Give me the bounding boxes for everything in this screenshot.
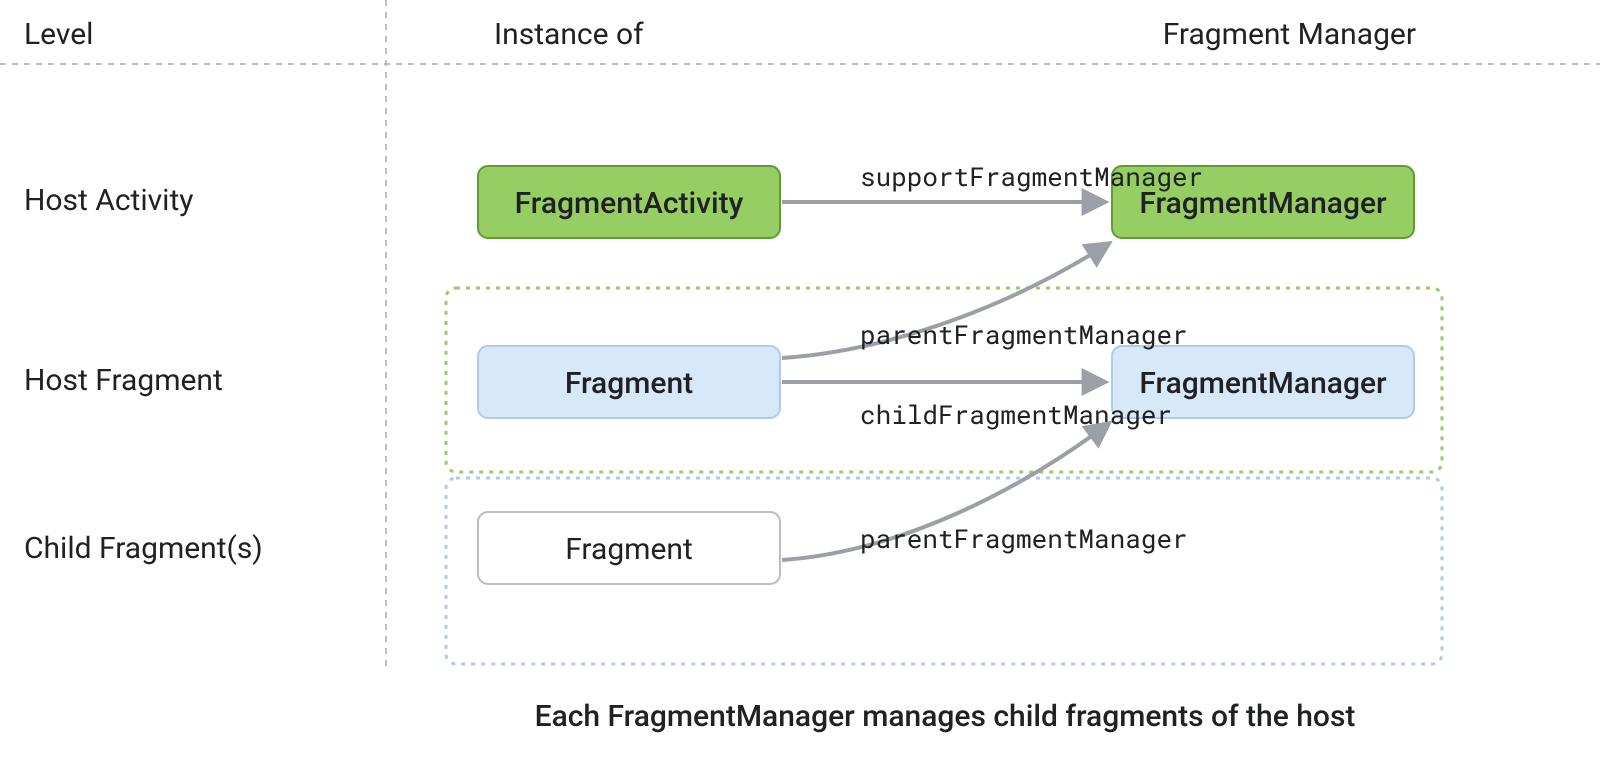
level-child-fragments: Child Fragment(s) bbox=[24, 531, 263, 566]
edge-child-fm-label: childFragmentManager bbox=[860, 398, 1172, 432]
header-level: Level bbox=[24, 17, 93, 52]
node-fragment-host-label: Fragment bbox=[565, 366, 693, 401]
diagram-caption: Each FragmentManager manages child fragm… bbox=[535, 699, 1356, 734]
level-host-fragment: Host Fragment bbox=[24, 363, 223, 398]
node-fragment-activity-label: FragmentActivity bbox=[515, 186, 744, 221]
diagram-canvas: Level Instance of Fragment Manager Host … bbox=[0, 0, 1600, 774]
edge-support-fm-label: supportFragmentManager bbox=[860, 160, 1203, 194]
node-fragment-child-label: Fragment bbox=[565, 532, 693, 567]
header-instance-of: Instance of bbox=[494, 17, 644, 52]
header-fragment-manager: Fragment Manager bbox=[1163, 17, 1416, 52]
level-host-activity: Host Activity bbox=[24, 183, 193, 218]
edge-parent-fm-2-label: parentFragmentManager bbox=[860, 522, 1188, 556]
node-fragment-manager-mid-label: FragmentManager bbox=[1139, 366, 1387, 401]
edge-parent-fm-1-label: parentFragmentManager bbox=[860, 318, 1188, 352]
